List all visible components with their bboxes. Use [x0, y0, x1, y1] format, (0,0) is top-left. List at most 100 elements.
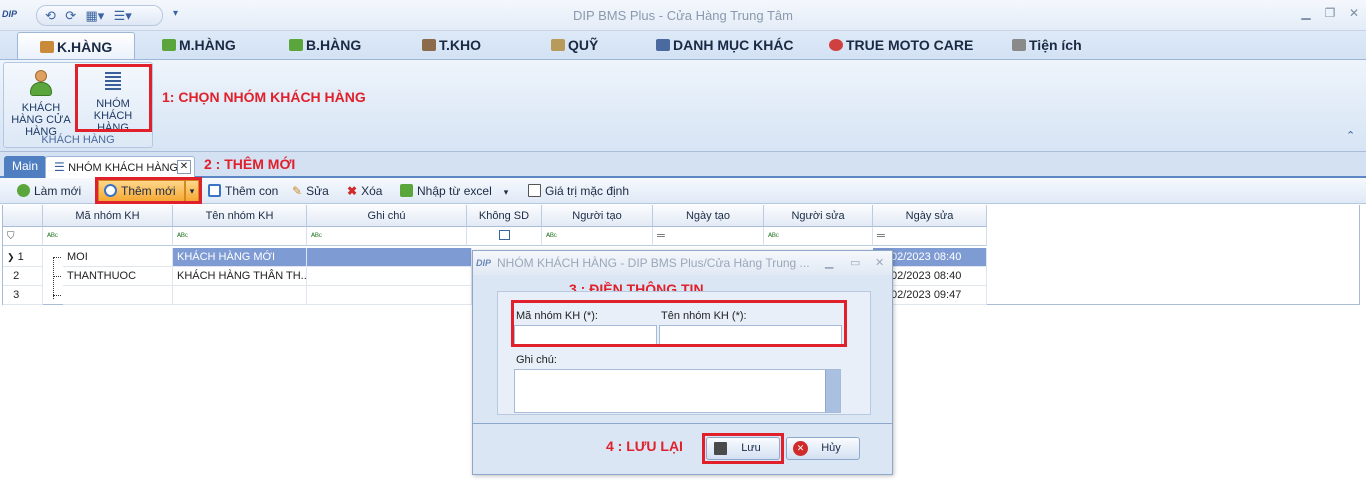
customer-group-dialog: DIP NHÓM KHÁCH HÀNG - DIP BMS Plus/Cửa H…	[472, 250, 893, 475]
grid-cell[interactable]: KHÁCH HÀNG MỚI	[173, 248, 307, 267]
customer-icon	[40, 41, 54, 53]
column-header[interactable]: Người sửa	[764, 205, 873, 227]
edit-label: Sửa	[306, 184, 329, 198]
cart-icon	[289, 39, 303, 51]
default-values-button[interactable]: Giá trị mặc định	[528, 182, 629, 201]
column-header[interactable]: Mã nhóm KH	[43, 205, 173, 227]
warehouse-icon	[422, 39, 436, 51]
cancel-icon: ✕	[793, 441, 808, 456]
delete-button[interactable]: ✖ Xóa	[347, 182, 382, 201]
tab-m-hang[interactable]: M.HÀNG	[162, 31, 236, 59]
edit-button[interactable]: ✎ Sửa	[292, 182, 329, 201]
tab-label: Tiện ích	[1029, 37, 1082, 53]
pencil-icon: ✎	[292, 184, 303, 198]
toolbar	[0, 178, 1366, 204]
grid-cell[interactable]: KHÁCH HÀNG THÂN TH...	[173, 267, 307, 286]
column-header[interactable]: Ngày tạo	[653, 205, 764, 227]
tab-true-moto-care[interactable]: TRUE MOTO CARE	[829, 31, 973, 59]
tab-label: M.HÀNG	[179, 37, 236, 53]
annotation-step4: 4 : LƯU LẠI	[606, 438, 683, 454]
filter-checkbox[interactable]	[467, 227, 542, 246]
filter-cell[interactable]: ᴬᴮᶜ	[43, 227, 173, 246]
close-window-icon[interactable]: ✕	[1344, 6, 1364, 22]
tree-line	[53, 295, 61, 296]
tab-danh-muc-khac[interactable]: DANH MỤC KHÁC	[656, 31, 794, 59]
import-excel-button[interactable]: Nhập từ excel ▾	[400, 182, 508, 201]
tab-customer-group[interactable]: ☰ NHÓM KHÁCH HÀNG ✕	[45, 156, 195, 178]
column-header[interactable]: Không SD	[467, 205, 542, 227]
list-icon: ☰	[54, 160, 65, 174]
maximize-icon[interactable]: ▭	[850, 251, 860, 275]
tab-k-hang[interactable]: K.HÀNG	[17, 32, 136, 60]
table-row[interactable]: 3	[3, 286, 43, 305]
grid-cell[interactable]: MOI	[63, 248, 173, 267]
filter-cell[interactable]: ᴬᴮᶜ	[764, 227, 873, 246]
chevron-down-icon: ▾	[503, 187, 509, 197]
ribbon-panel	[0, 59, 1366, 152]
tab-quy[interactable]: QUỸ	[551, 31, 598, 59]
filter-cell[interactable]: ᴬᴮᶜ	[307, 227, 467, 246]
add-child-button[interactable]: Thêm con	[208, 182, 278, 201]
customer-store-button[interactable]: KHÁCH HÀNG CỬA HÀNG	[6, 66, 76, 138]
minimize-icon[interactable]: ▁	[1296, 6, 1316, 22]
grid-cell[interactable]	[63, 286, 173, 305]
grid-cell[interactable]	[307, 267, 472, 286]
customer-store-label: KHÁCH HÀNG CỬA HÀNG	[11, 102, 71, 138]
close-tab-icon[interactable]: ✕	[177, 160, 191, 174]
collapse-ribbon-icon[interactable]: ⌃	[1346, 129, 1355, 142]
ribbon-tabs: K.HÀNG M.HÀNG B.HÀNG T.KHO QUỸ DANH MỤC …	[0, 31, 1366, 60]
tab-customer-group-label: NHÓM KHÁCH HÀNG	[68, 162, 179, 174]
row-number: 1	[17, 251, 24, 263]
table-row[interactable]: ❯ 1	[3, 248, 43, 267]
filter-cell[interactable]: ᴬᴮᶜ	[542, 227, 653, 246]
grid-cell[interactable]	[307, 248, 472, 267]
annotation-step1: 1: CHỌN NHÓM KHÁCH HÀNG	[162, 89, 366, 105]
grid-cell[interactable]	[173, 286, 307, 305]
default-values-label: Giá trị mặc định	[545, 184, 630, 198]
tab-b-hang[interactable]: B.HÀNG	[289, 31, 361, 59]
note-label: Ghi chú:	[516, 354, 557, 366]
cancel-label: Hủy	[821, 442, 841, 454]
filter-cell[interactable]: ᴬᴮᶜ	[173, 227, 307, 246]
tab-label: B.HÀNG	[306, 37, 362, 53]
close-icon[interactable]: ✕	[875, 251, 884, 275]
tab-label: K.HÀNG	[57, 39, 113, 55]
row-indicator-header	[3, 205, 43, 227]
cancel-button[interactable]: ✕ Hủy	[786, 437, 860, 460]
grid-cell[interactable]: THANTHUOC	[63, 267, 173, 286]
ribbon-group-label: KHÁCH HÀNG	[41, 134, 115, 146]
tab-t-kho[interactable]: T.KHO	[422, 31, 481, 59]
column-header[interactable]: Tên nhóm KH	[173, 205, 307, 227]
tab-label: DANH MỤC KHÁC	[673, 37, 794, 53]
column-header[interactable]: Ghi chú	[307, 205, 467, 227]
highlight-step2	[95, 177, 202, 204]
tab-main[interactable]: Main	[4, 156, 47, 178]
window-title: DIP BMS Plus - Cửa Hàng Trung Tâm	[573, 8, 793, 23]
refresh-label: Làm mới	[34, 184, 82, 198]
filter-icon[interactable]: ⛉	[3, 227, 43, 246]
divider	[473, 423, 892, 424]
dialog-title: NHÓM KHÁCH HÀNG - DIP BMS Plus/Cửa Hàng …	[497, 256, 810, 270]
note-scrollbar[interactable]	[825, 370, 840, 412]
table-row[interactable]: 2	[3, 267, 43, 286]
filter-cell[interactable]: ═	[873, 227, 987, 246]
tab-tien-ich[interactable]: Tiện ích	[1012, 31, 1082, 59]
list-icon	[656, 39, 670, 51]
cart-icon	[162, 39, 176, 51]
grid-cell[interactable]	[307, 286, 472, 305]
highlight-step4	[702, 433, 784, 464]
highlight-step3	[511, 300, 847, 347]
minimize-icon[interactable]: ▁	[825, 251, 833, 275]
filter-cell[interactable]: ═	[653, 227, 764, 246]
import-excel-label: Nhập từ excel	[417, 184, 492, 198]
column-header[interactable]: Người tạo	[542, 205, 653, 227]
column-header[interactable]: Ngày sửa	[873, 205, 987, 227]
add-child-label: Thêm con	[225, 184, 279, 198]
refresh-button[interactable]: Làm mới	[17, 182, 81, 201]
restore-icon[interactable]: ❐	[1320, 6, 1340, 22]
cash-icon	[551, 39, 565, 51]
note-textarea[interactable]	[514, 369, 841, 413]
refresh-icon	[17, 184, 30, 197]
tab-label: TRUE MOTO CARE	[846, 37, 974, 53]
tools-icon	[1012, 39, 1026, 51]
